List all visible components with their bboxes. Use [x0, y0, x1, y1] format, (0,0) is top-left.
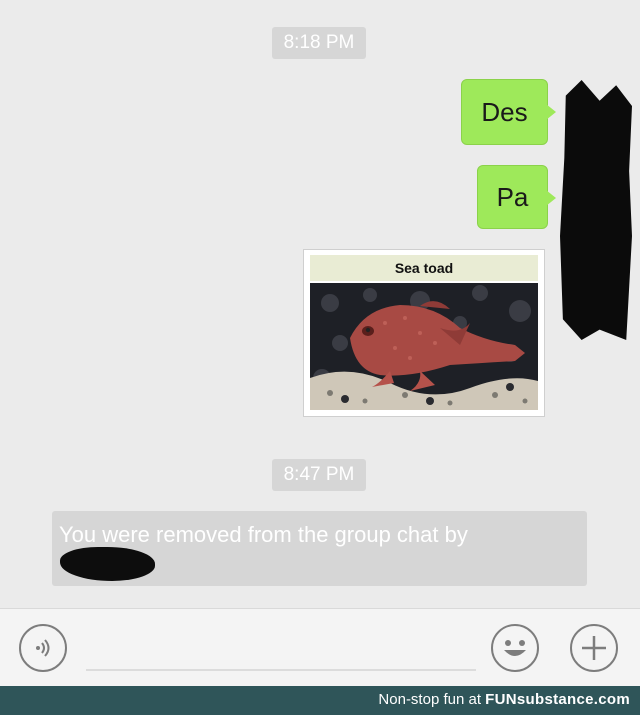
message-input[interactable]: [86, 669, 476, 671]
image-message[interactable]: Sea toad: [303, 249, 545, 417]
chat-area: 8:18 PM Des Pa Sea toad 8:47 PM You were…: [0, 0, 640, 608]
system-notice-text: You were removed from the group chat by: [59, 522, 468, 547]
watermark-text: Non-stop fun at FUNsubstance.com: [378, 691, 630, 708]
redacted-name: [60, 547, 155, 581]
redacted-avatar: [560, 80, 632, 340]
input-bar: [0, 608, 640, 686]
message-text: Des: [481, 96, 528, 127]
timestamp: 8:18 PM: [272, 27, 366, 59]
voice-icon[interactable]: [19, 624, 67, 672]
message-text: Pa: [496, 181, 529, 212]
timestamp: 8:47 PM: [272, 459, 366, 491]
system-notice: You were removed from the group chat by: [52, 511, 587, 586]
watermark-brand: FUNsubstance.com: [485, 691, 630, 708]
message-bubble[interactable]: Des: [461, 79, 556, 145]
emoji-icon[interactable]: [491, 624, 539, 672]
watermark-footer: Non-stop fun at FUNsubstance.com: [0, 686, 640, 715]
image-caption: Sea toad: [310, 255, 538, 281]
plus-icon[interactable]: [570, 624, 618, 672]
sea-toad-photo: [310, 283, 538, 410]
message-bubble[interactable]: Pa: [477, 165, 556, 229]
watermark-prefix: Non-stop fun at: [378, 691, 481, 708]
